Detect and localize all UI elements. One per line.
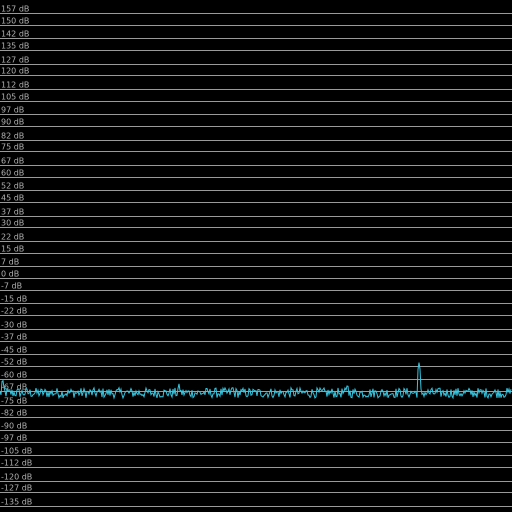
y-tick-label: 7 dB (1, 258, 19, 267)
y-tick-label: -37 dB (1, 333, 27, 342)
y-tick-label: 67 dB (1, 157, 24, 166)
y-tick-label: -90 dB (1, 422, 27, 431)
y-tick-label: 82 dB (1, 132, 24, 141)
y-tick-label: 112 dB (1, 81, 29, 90)
y-tick-label: 127 dB (1, 56, 29, 65)
y-tick-label: -52 dB (1, 358, 27, 367)
y-tick-label: 0 dB (1, 270, 19, 279)
y-tick-label: 105 dB (1, 93, 29, 102)
y-tick-label: -135 dB (1, 498, 32, 507)
y-tick-label: 150 dB (1, 17, 29, 26)
y-tick-label: 52 dB (1, 182, 24, 191)
y-tick-label: -127 dB (1, 484, 32, 493)
y-tick-label: 97 dB (1, 106, 24, 115)
y-tick-label: -112 dB (1, 459, 32, 468)
y-tick-label: -120 dB (1, 473, 32, 482)
y-tick-label: 90 dB (1, 118, 24, 127)
y-tick-label: -75 dB (1, 397, 27, 406)
y-tick-label: 142 dB (1, 30, 29, 39)
y-tick-label: -45 dB (1, 346, 27, 355)
y-tick-label: -22 dB (1, 307, 27, 316)
y-tick-label: 157 dB (1, 5, 29, 14)
grid-lines (0, 13, 512, 507)
y-tick-label: -105 dB (1, 447, 32, 456)
y-tick-label: 22 dB (1, 233, 24, 242)
y-tick-label: 45 dB (1, 194, 24, 203)
y-tick-label: -15 dB (1, 295, 27, 304)
y-tick-label: 60 dB (1, 169, 24, 178)
y-tick-label: 120 dB (1, 67, 29, 76)
y-tick-label: 75 dB (1, 143, 24, 152)
y-tick-label: -60 dB (1, 371, 27, 380)
y-tick-label: -7 dB (1, 282, 22, 291)
spectrum-chart: 157 dB 150 dB 142 dB 135 dB 127 dB 120 dB 112 … (0, 5, 512, 507)
y-tick-label: -82 dB (1, 409, 27, 418)
y-tick-label: 30 dB (1, 219, 24, 228)
y-tick-label: 15 dB (1, 245, 24, 254)
y-tick-label: 135 dB (1, 42, 29, 51)
y-tick-label: -30 dB (1, 321, 27, 330)
spectrum-trace (0, 362, 512, 400)
y-tick-label: -97 dB (1, 434, 27, 443)
y-tick-label: 37 dB (1, 208, 24, 217)
y-axis-tick-labels: 157 dB 150 dB 142 dB 135 dB 127 dB 120 dB 112 … (1, 5, 32, 507)
